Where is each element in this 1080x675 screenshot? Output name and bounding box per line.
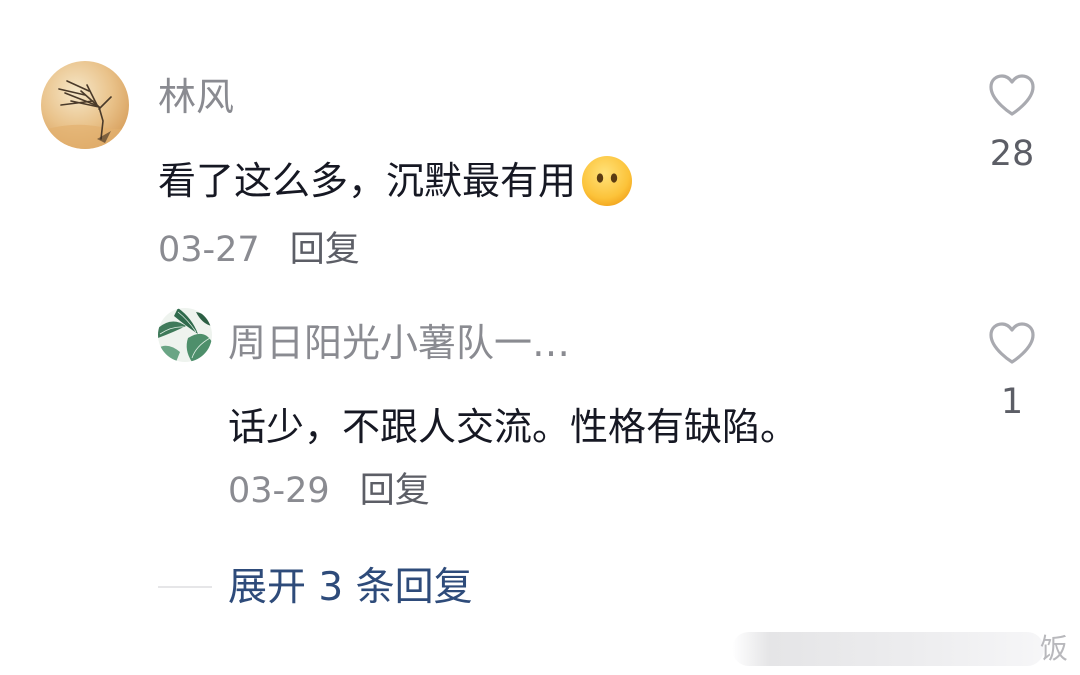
comment-date: 03-27 <box>158 230 260 270</box>
reply-button[interactable]: 回复 <box>360 471 430 511</box>
reply-like-count: 1 <box>1000 382 1024 422</box>
comment-text: 看了这么多，沉默最有用 <box>158 153 634 209</box>
watermark-text: 饭 <box>1040 632 1069 665</box>
reply-avatar[interactable] <box>158 308 212 362</box>
reply-username[interactable]: 周日阳光小薯队一… <box>228 318 570 368</box>
heart-icon[interactable] <box>987 320 1037 366</box>
reply-meta: 03-29 回复 <box>228 468 430 514</box>
like-control[interactable]: 28 <box>982 72 1042 176</box>
watermark <box>732 632 1044 666</box>
reply-text: 话少，不跟人交流。性格有缺陷。 <box>228 405 799 449</box>
expand-divider <box>158 586 212 588</box>
comment-body: 看了这么多，沉默最有用 <box>158 159 577 203</box>
comment-meta: 03-27 回复 <box>158 227 360 273</box>
speechless-face-emoji-icon <box>580 154 634 208</box>
reply-button[interactable]: 回复 <box>290 230 360 270</box>
expand-replies-button[interactable]: 展开 3 条回复 <box>228 562 473 614</box>
like-count: 28 <box>989 134 1035 174</box>
comment-username[interactable]: 林风 <box>158 72 234 122</box>
reply-like-control[interactable]: 1 <box>982 320 1042 424</box>
reply-date: 03-29 <box>228 471 330 511</box>
heart-icon[interactable] <box>987 72 1037 118</box>
avatar[interactable] <box>41 61 129 149</box>
